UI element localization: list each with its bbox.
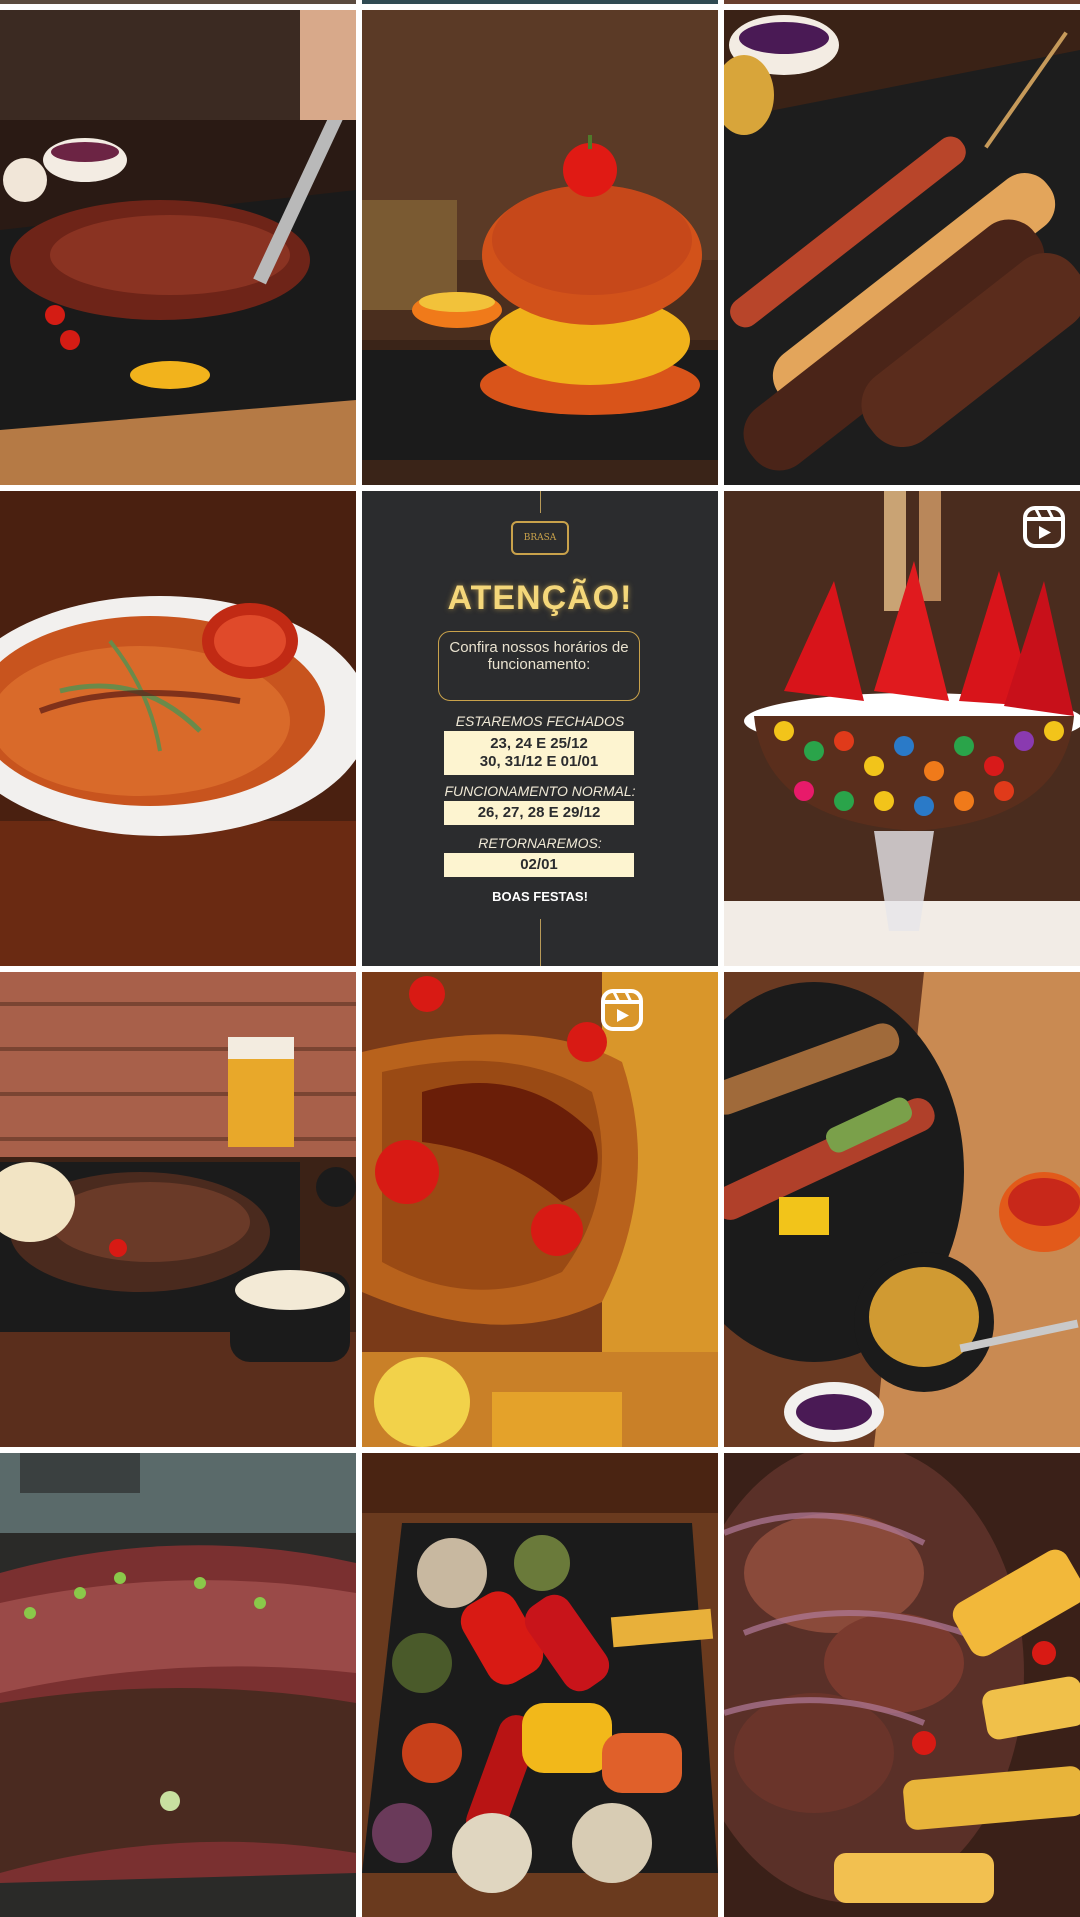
post-meat-board-beer[interactable] bbox=[0, 972, 356, 1447]
post-candy-dessert[interactable] bbox=[724, 491, 1080, 966]
closed-dates-line-2: 30, 31/12 E 01/01 bbox=[479, 753, 599, 770]
prev-row-strip bbox=[724, 0, 1080, 4]
closed-label: ESTAREMOS FECHADOS bbox=[455, 713, 625, 729]
post-skewers[interactable] bbox=[724, 10, 1080, 485]
divider-line bbox=[540, 491, 541, 513]
post-meat-and-fries[interactable] bbox=[724, 1453, 1080, 1917]
notice-intro-box: Confira nossos horários de funcionamento… bbox=[438, 631, 640, 701]
post-grilled-vegetables[interactable] bbox=[362, 1453, 718, 1917]
prev-row-strip bbox=[362, 0, 718, 4]
post-risotto[interactable] bbox=[0, 491, 356, 966]
closed-dates-line-1: 23, 24 E 25/12 bbox=[490, 735, 588, 752]
prev-row-strip bbox=[0, 0, 356, 4]
return-label: RETORNAREMOS: bbox=[478, 835, 602, 851]
post-grill-plate-farofa[interactable] bbox=[724, 972, 1080, 1447]
profile-post-grid: BRASA ATENÇÃO! Confira nossos horários d… bbox=[0, 0, 1080, 1917]
post-fried-pork-rind[interactable] bbox=[362, 972, 718, 1447]
reels-icon bbox=[1022, 505, 1066, 549]
restaurant-logo: BRASA bbox=[511, 521, 569, 555]
post-orange-burger[interactable] bbox=[362, 10, 718, 485]
post-holiday-notice[interactable]: BRASA ATENÇÃO! Confira nossos horários d… bbox=[362, 491, 718, 966]
post-ribeye-closeup[interactable] bbox=[0, 1453, 356, 1917]
notice-title: ATENÇÃO! bbox=[447, 579, 633, 617]
divider-line bbox=[540, 919, 541, 966]
closed-dates: 23, 24 E 25/12 30, 31/12 E 01/01 bbox=[444, 731, 634, 775]
greeting-text: BOAS FESTAS! bbox=[492, 889, 588, 904]
return-date: 02/01 bbox=[444, 853, 634, 877]
post-steak-on-stone[interactable] bbox=[0, 10, 356, 485]
reels-icon bbox=[600, 988, 644, 1032]
normal-hours-label: FUNCIONAMENTO NORMAL: bbox=[444, 783, 636, 799]
normal-hours-dates: 26, 27, 28 E 29/12 bbox=[444, 801, 634, 825]
